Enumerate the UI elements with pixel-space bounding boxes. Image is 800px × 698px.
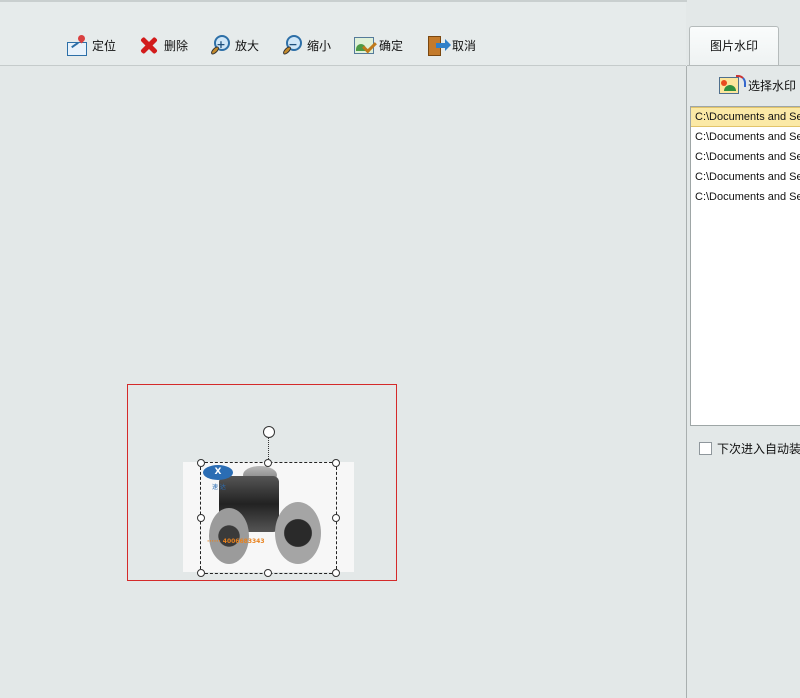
- rotate-handle[interactable]: [263, 426, 275, 438]
- delete-icon: [138, 34, 160, 56]
- work-area-frame: X 速 达 ······ 4006683343: [127, 384, 397, 581]
- zoom-out-icon: −: [281, 34, 303, 56]
- zoom-in-button[interactable]: + 放大: [209, 32, 259, 58]
- confirm-button[interactable]: 确定: [353, 32, 403, 58]
- tab-image-watermark[interactable]: 图片水印: [689, 26, 779, 66]
- confirm-icon: [353, 34, 377, 56]
- resize-handle-nw[interactable]: [197, 459, 205, 467]
- resize-handle-e[interactable]: [332, 514, 340, 522]
- cancel-icon: [426, 34, 451, 56]
- cancel-button-label: 取消: [452, 38, 477, 53]
- autoload-label: 下次进入自动装载: [717, 442, 800, 456]
- confirm-button-label: 确定: [379, 38, 404, 53]
- resize-handle-se[interactable]: [332, 569, 340, 577]
- select-watermark-button[interactable]: 选择水印: [719, 74, 796, 96]
- image-select-icon: [719, 75, 746, 95]
- list-item[interactable]: C:\Documents and Settings: [691, 167, 800, 187]
- watermark-panel: 图片水印 选择水印 C:\Documents and Settings C:\D…: [687, 0, 800, 698]
- list-item[interactable]: C:\Documents and Settings: [691, 147, 800, 167]
- list-item[interactable]: C:\Documents and Settings: [691, 127, 800, 147]
- zoom-in-icon: +: [209, 34, 231, 56]
- delete-button-label: 删除: [164, 38, 189, 53]
- select-watermark-label: 选择水印: [748, 78, 797, 93]
- zoom-out-button-label: 缩小: [307, 38, 332, 53]
- cancel-button[interactable]: 取消: [426, 32, 476, 58]
- watermark-file-list[interactable]: C:\Documents and Settings C:\Documents a…: [690, 106, 800, 426]
- rotate-connector: [268, 438, 269, 461]
- locate-button[interactable]: 定位: [66, 32, 116, 58]
- toolbar: 定位 删除 + 放大 − 缩小 确定 取消: [0, 2, 686, 66]
- list-item[interactable]: C:\Documents and Settings: [691, 187, 800, 207]
- autoload-option[interactable]: 下次进入自动装载: [699, 440, 800, 457]
- editor-canvas[interactable]: X 速 达 ······ 4006683343: [0, 66, 686, 698]
- autoload-checkbox[interactable]: [699, 442, 712, 455]
- delete-button[interactable]: 删除: [138, 32, 188, 58]
- resize-handle-ne[interactable]: [332, 459, 340, 467]
- resize-handle-w[interactable]: [197, 514, 205, 522]
- zoom-in-button-label: 放大: [235, 38, 260, 53]
- resize-handle-s[interactable]: [264, 569, 272, 577]
- watermark-selection-box[interactable]: [197, 459, 340, 577]
- resize-handle-sw[interactable]: [197, 569, 205, 577]
- zoom-out-button[interactable]: − 缩小: [281, 32, 331, 58]
- locate-button-label: 定位: [92, 38, 117, 53]
- resize-handle-n[interactable]: [264, 459, 272, 467]
- tab-divider: [687, 65, 800, 66]
- locate-icon: [66, 33, 88, 56]
- list-item[interactable]: C:\Documents and Settings: [691, 107, 800, 127]
